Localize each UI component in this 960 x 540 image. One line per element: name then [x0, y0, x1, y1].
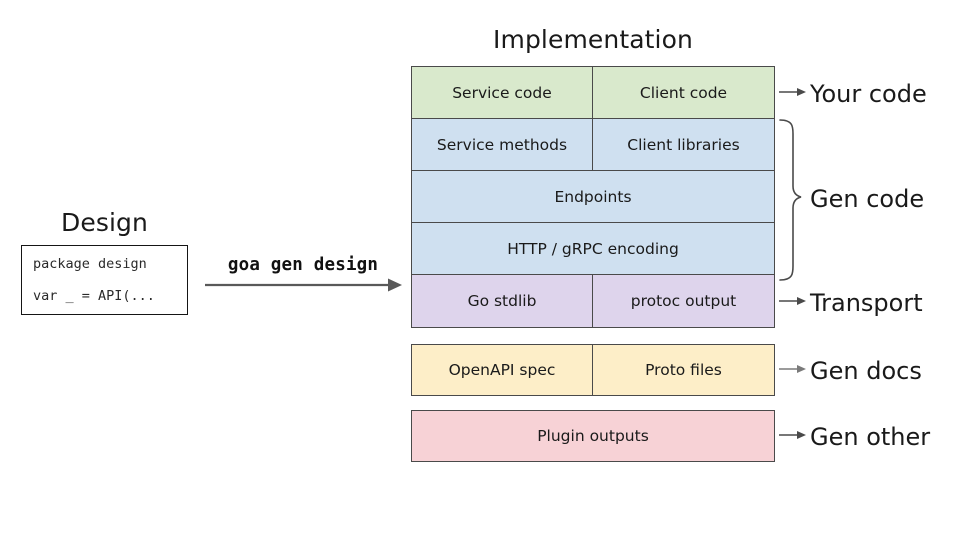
callout-label-gen-code: Gen code — [810, 185, 925, 213]
callout-label-your-code: Your code — [810, 80, 927, 108]
arrow-right-icon — [779, 365, 806, 373]
callout-label-transport: Transport — [810, 289, 923, 317]
cell-go-stdlib: Go stdlib — [412, 275, 593, 327]
diagram-canvas: Design package design var _ = API(... go… — [0, 0, 960, 540]
cell-service-code: Service code — [412, 67, 593, 118]
design-code-line-2: var _ = API(... — [33, 288, 155, 304]
cell-proto-files: Proto files — [593, 345, 774, 395]
callout-label-gen-other: Gen other — [810, 423, 931, 451]
band-gen-other: Plugin outputs — [411, 410, 775, 462]
cell-http-grpc-encoding: HTTP / gRPC encoding — [412, 223, 774, 274]
band-service-methods: Service methods Client libraries — [412, 119, 774, 171]
band-transport: Go stdlib protoc output — [412, 275, 774, 327]
curly-brace-icon — [779, 119, 802, 281]
cell-service-methods: Service methods — [412, 119, 593, 170]
band-encoding: HTTP / gRPC encoding — [412, 223, 774, 275]
arrow-right-icon — [779, 297, 806, 305]
design-code-line-1: package design — [33, 256, 147, 272]
arrow-right-icon — [205, 278, 402, 292]
cell-plugin-outputs: Plugin outputs — [412, 411, 774, 461]
arrow-right-icon — [779, 431, 806, 439]
arrow-right-icon — [779, 88, 806, 96]
implementation-stack: Service code Client code Service methods… — [411, 66, 775, 328]
cell-client-code: Client code — [593, 67, 774, 118]
cell-openapi-spec: OpenAPI spec — [412, 345, 593, 395]
design-code-box: package design var _ = API(... — [21, 245, 188, 315]
design-title: Design — [61, 208, 148, 237]
cell-endpoints: Endpoints — [412, 171, 774, 222]
band-gen-docs: OpenAPI spec Proto files — [411, 344, 775, 396]
band-endpoints: Endpoints — [412, 171, 774, 223]
cell-protoc-output: protoc output — [593, 275, 774, 327]
implementation-title: Implementation — [493, 25, 693, 54]
callout-label-gen-docs: Gen docs — [810, 357, 922, 385]
cell-client-libraries: Client libraries — [593, 119, 774, 170]
band-your-code: Service code Client code — [412, 67, 774, 119]
